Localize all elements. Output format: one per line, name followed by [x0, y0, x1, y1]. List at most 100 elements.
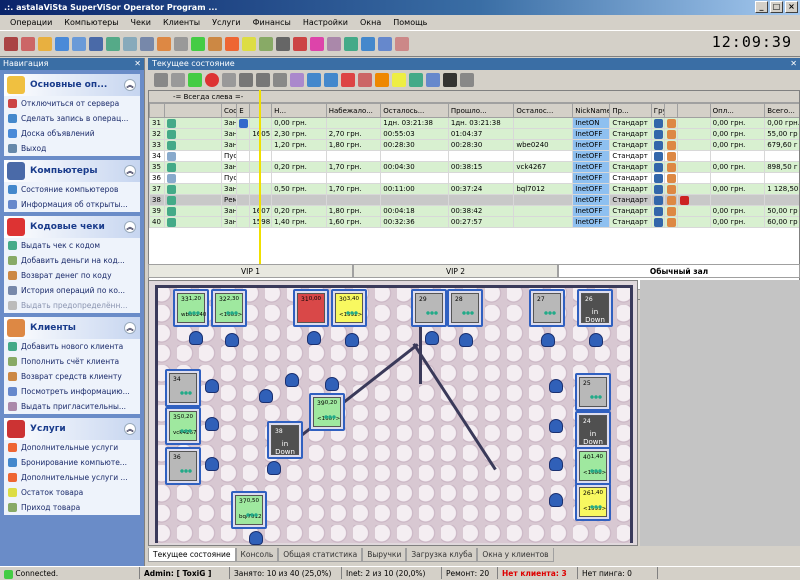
collapse-icon[interactable]: ︽	[124, 165, 136, 177]
tab-vip2[interactable]: VIP 2	[353, 264, 558, 278]
computer-28[interactable]: 28	[447, 289, 483, 327]
computer-30[interactable]: 303,40<1592>	[331, 289, 367, 327]
computer-27[interactable]: 27	[529, 289, 565, 327]
refresh-icon[interactable]	[324, 73, 338, 87]
sum-icon[interactable]	[276, 37, 290, 51]
column-header[interactable]	[677, 104, 710, 118]
nav-item-predefined[interactable]: Выдать предопределённ...	[4, 298, 140, 313]
nav-item-exit[interactable]: Выход	[4, 141, 140, 156]
menu-computers[interactable]: Компьютеры	[58, 18, 124, 27]
computer-33[interactable]: 331,20wbe0240	[173, 289, 209, 327]
nav-item-stock[interactable]: Остаток товара	[4, 485, 140, 500]
chart-icon[interactable]	[310, 37, 324, 51]
computer-25[interactable]: 25	[575, 373, 611, 411]
nav-section-main-header[interactable]: Основные оп...︽	[4, 74, 140, 96]
column-header[interactable]: Пр...	[610, 104, 651, 118]
monitor-icon[interactable]	[239, 73, 253, 87]
table-icon[interactable]	[273, 73, 287, 87]
screen-icon[interactable]	[460, 73, 474, 87]
menu-services[interactable]: Услуги	[206, 18, 247, 27]
tab-console[interactable]: Консоль	[236, 548, 279, 562]
help-icon[interactable]	[361, 37, 375, 51]
pin-icon[interactable]: ✕	[790, 58, 797, 70]
table-row[interactable]: 31Занято0,00 грн.1дн. 03:21:381дн. 03:21…	[150, 118, 800, 129]
menu-clients[interactable]: Клиенты	[157, 18, 206, 27]
table-row[interactable]: 37Занято0,50 грн.1,70 грн.00:11:0000:37:…	[150, 184, 800, 195]
column-header[interactable]	[150, 104, 165, 118]
disconnect-icon[interactable]	[4, 37, 18, 51]
monitor-icon[interactable]	[72, 37, 86, 51]
collapse-icon[interactable]: ︽	[124, 221, 136, 233]
power-icon[interactable]	[395, 37, 409, 51]
tools-icon[interactable]	[327, 37, 341, 51]
close-button[interactable]: ×	[785, 1, 798, 13]
menu-help[interactable]: Помощь	[387, 18, 433, 27]
tab-vip1[interactable]: VIP 1	[148, 264, 353, 278]
table-row[interactable]: 34ПустоInetOFFСтандарт	[150, 151, 800, 162]
menu-finance[interactable]: Финансы	[247, 18, 297, 27]
computer-36[interactable]: 36	[165, 447, 201, 485]
unlock-icon[interactable]	[171, 73, 185, 87]
logout-icon[interactable]	[21, 37, 35, 51]
table-row[interactable]: 32Занято16052,30 грн.2,70 грн.00:55:0301…	[150, 129, 800, 140]
menu-windows[interactable]: Окна	[354, 18, 387, 27]
tab-statistics[interactable]: Общая статистика	[278, 548, 362, 562]
table-row[interactable]: 33Занято1,20 грн.1,80 грн.00:28:3000:28:…	[150, 140, 800, 151]
print-icon[interactable]	[256, 73, 270, 87]
nav-item-booking[interactable]: Бронирование компьюте...	[4, 455, 140, 470]
edit-icon[interactable]	[290, 73, 304, 87]
maximize-button[interactable]: □	[770, 1, 783, 13]
menu-checks[interactable]: Чеки	[125, 18, 157, 27]
user-icon[interactable]	[157, 37, 171, 51]
nav-item-extra-services[interactable]: Дополнительные услуги	[4, 440, 140, 455]
refund-icon[interactable]	[208, 37, 222, 51]
nav-item-goods-income[interactable]: Приход товара	[4, 500, 140, 515]
tab-club-load[interactable]: Загрузка клуба	[406, 548, 477, 562]
column-header[interactable]	[165, 104, 222, 118]
column-header[interactable]: Набежало...	[326, 104, 381, 118]
computer-31[interactable]: 310,00	[293, 289, 329, 327]
collapse-icon[interactable]: ︽	[124, 322, 136, 334]
tab-current-state[interactable]: Текущее состояние	[148, 548, 236, 562]
tools-icon[interactable]	[222, 73, 236, 87]
computer-26[interactable]: 26in Down	[577, 289, 613, 327]
computer-32[interactable]: 322,30<1605>	[211, 289, 247, 327]
history-icon[interactable]	[140, 37, 154, 51]
stock-icon[interactable]	[242, 37, 256, 51]
nav-item-log-entry[interactable]: Сделать запись в операц...	[4, 111, 140, 126]
column-header[interactable]: Осталос...	[514, 104, 573, 118]
menu-operations[interactable]: Операции	[4, 18, 58, 27]
stop-icon[interactable]	[341, 73, 355, 87]
nav-item-topup-client[interactable]: Пополнить счёт клиента	[4, 354, 140, 369]
nav-section-clients-header[interactable]: Клиенты︽	[4, 317, 140, 339]
nav-item-board[interactable]: Доска объявлений	[4, 126, 140, 141]
computer-37[interactable]: 370,50bql7012	[231, 491, 267, 529]
column-header[interactable]: Опл...	[710, 104, 765, 118]
computer-38[interactable]: 38in Down	[267, 421, 303, 459]
nav-item-add-money-code[interactable]: Добавить деньги на код...	[4, 253, 140, 268]
column-header[interactable]: Осталось...	[381, 104, 449, 118]
window-icon[interactable]	[409, 73, 423, 87]
goods-icon[interactable]	[259, 37, 273, 51]
column-header[interactable]	[664, 104, 677, 118]
computer-35[interactable]: 350,20vck4267	[165, 407, 201, 445]
computer-26[interactable]: 261,40<1595>	[575, 483, 611, 521]
folder-icon[interactable]	[38, 37, 52, 51]
nav-item-client-info[interactable]: Посмотреть информацию...	[4, 384, 140, 399]
table-row[interactable]: 40Занято15981,40 грн.1,60 грн.00:32:3600…	[150, 217, 800, 228]
stop-icon[interactable]	[293, 37, 307, 51]
computer-24[interactable]: 24in Down	[575, 411, 611, 449]
nav-item-issue-check[interactable]: Выдать чек с кодом	[4, 238, 140, 253]
column-header[interactable]: Состоя...	[222, 104, 237, 118]
tab-client-windows[interactable]: Окна у клиентов	[477, 548, 553, 562]
nav-section-services-header[interactable]: Услуги︽	[4, 418, 140, 440]
nav-item-disconnect[interactable]: Отключиться от сервера	[4, 96, 140, 111]
nav-item-refund-client[interactable]: Возврат средств клиенту	[4, 369, 140, 384]
nav-item-open-info[interactable]: Информация об открыты...	[4, 197, 140, 212]
stop-icon[interactable]	[205, 73, 219, 87]
column-header[interactable]: NickName	[573, 104, 610, 118]
lock-icon[interactable]	[154, 73, 168, 87]
table-row[interactable]: 38РемонтInetOFFСтандарт	[150, 195, 800, 206]
nav-section-computers-header[interactable]: Компьютеры︽	[4, 160, 140, 182]
console-icon[interactable]	[443, 73, 457, 87]
